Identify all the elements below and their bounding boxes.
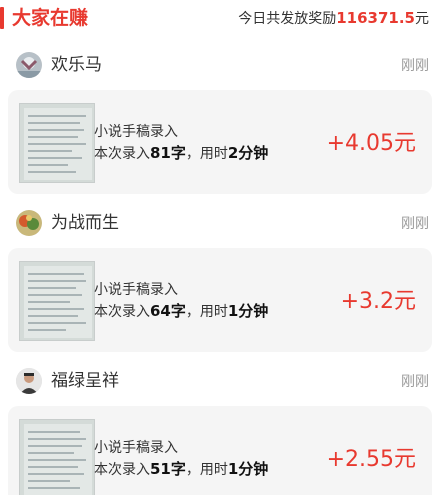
manuscript-thumbnail (19, 419, 95, 495)
duration: 1分钟 (227, 302, 269, 320)
feed-header: 大家在赚 今日共发放奖励116371.5元 (0, 0, 443, 36)
manuscript-thumbnail (19, 103, 95, 183)
task-title: 小说手稿录入 (94, 124, 178, 140)
user-row: 福绿呈祥 刚刚 (0, 364, 443, 400)
user-name: 欢乐马 (51, 55, 102, 75)
reward-amount: +2.55元 (326, 447, 416, 472)
task-detail: 本次录入81字，用时2分钟 (94, 143, 268, 164)
user-avatar-icon[interactable] (16, 368, 42, 394)
earning-card[interactable]: 小说手稿录入 本次录入51字，用时1分钟 +2.55元 (8, 406, 432, 495)
user-row: 欢乐马 刚刚 (0, 48, 443, 84)
earning-card[interactable]: 小说手稿录入 本次录入81字，用时2分钟 +4.05元 (8, 90, 432, 194)
total-reward-unit: 元 (415, 11, 429, 27)
detail-mid: ，用时 (185, 146, 228, 162)
task-detail: 本次录入51字，用时1分钟 (94, 459, 268, 480)
user-row: 为战而生 刚刚 (0, 206, 443, 242)
char-count: 81字 (150, 144, 186, 162)
task-detail: 本次录入64字，用时1分钟 (94, 301, 268, 322)
detail-mid: ，用时 (185, 304, 228, 320)
char-count: 64字 (150, 302, 186, 320)
char-count: 51字 (150, 460, 186, 478)
user-name: 为战而生 (51, 213, 119, 233)
user-avatar-icon[interactable] (16, 210, 42, 236)
detail-prefix: 本次录入 (94, 304, 150, 320)
entry-time: 刚刚 (401, 58, 429, 74)
user-name: 福绿呈祥 (51, 371, 119, 391)
detail-mid: ，用时 (185, 462, 228, 478)
task-title: 小说手稿录入 (94, 282, 178, 298)
entry-time: 刚刚 (401, 216, 429, 232)
task-title: 小说手稿录入 (94, 440, 178, 456)
user-avatar-icon[interactable] (16, 52, 42, 78)
earnings-feed: 大家在赚 今日共发放奖励116371.5元 欢乐马 刚刚 小说手稿录入 本次录入… (0, 0, 443, 495)
reward-amount: +4.05元 (326, 131, 416, 156)
duration: 2分钟 (227, 144, 269, 162)
total-reward-prefix: 今日共发放奖励 (238, 11, 337, 27)
header-title: 大家在赚 (12, 7, 89, 29)
entry-time: 刚刚 (401, 374, 429, 390)
reward-amount: +3.2元 (340, 289, 416, 314)
detail-prefix: 本次录入 (94, 146, 150, 162)
duration: 1分钟 (227, 460, 269, 478)
detail-prefix: 本次录入 (94, 462, 150, 478)
total-reward-amount: 116371.5 (336, 9, 415, 27)
earning-card[interactable]: 小说手稿录入 本次录入64字，用时1分钟 +3.2元 (8, 248, 432, 352)
total-reward-summary: 今日共发放奖励116371.5元 (238, 7, 429, 30)
manuscript-thumbnail (19, 261, 95, 341)
header-accent-bar (0, 7, 4, 29)
